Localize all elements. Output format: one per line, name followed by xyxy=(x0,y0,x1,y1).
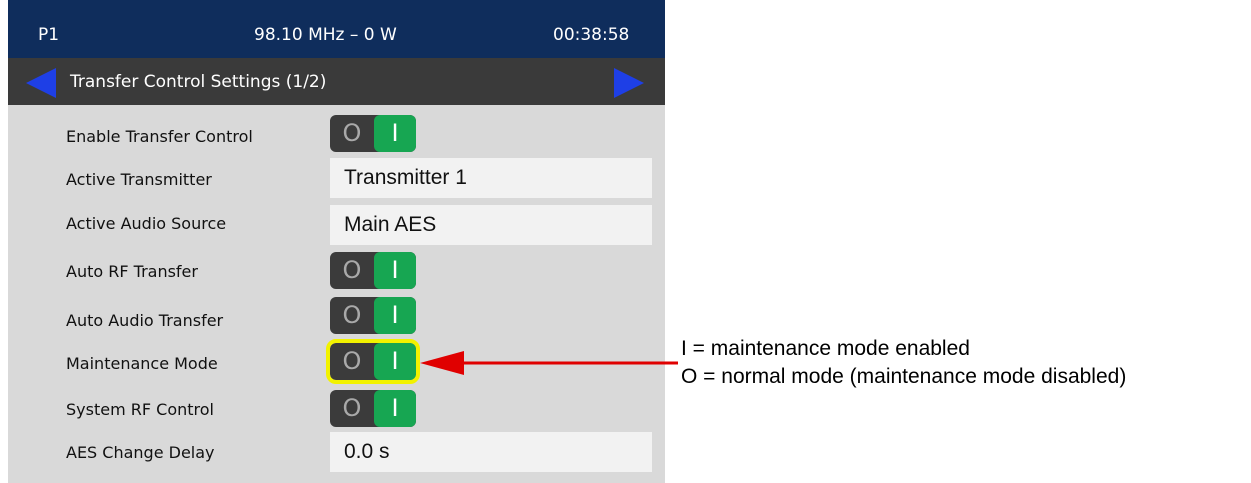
arrow-left-icon[interactable] xyxy=(26,68,56,98)
callout-text: I = maintenance mode enabled O = normal … xyxy=(681,335,1126,391)
toggle-on-glyph: I xyxy=(374,297,416,334)
callout-line-enabled: I = maintenance mode enabled xyxy=(681,337,970,360)
frequency-power-readout: 98.10 MHz – 0 W xyxy=(254,25,397,45)
active-audio-source-label: Active Audio Source xyxy=(66,214,227,233)
toggle-on-glyph: I xyxy=(374,115,416,152)
active-audio-source-field[interactable]: Main AES xyxy=(330,205,652,245)
active-transmitter-label: Active Transmitter xyxy=(66,170,212,189)
toggle-off-glyph: O xyxy=(342,119,362,147)
toggle-off-glyph: O xyxy=(342,301,362,329)
callout-line-disabled: O = normal mode (maintenance mode disabl… xyxy=(681,365,1127,388)
arrow-right-icon[interactable] xyxy=(614,68,644,98)
page-title-bar: Transfer Control Settings (1/2) xyxy=(8,58,665,105)
device-screen: P1 98.10 MHz – 0 W 00:38:58 Transfer Con… xyxy=(8,0,665,483)
aes-change-delay-field[interactable]: 0.0 s xyxy=(330,432,652,472)
system-rf-control-label: System RF Control xyxy=(66,400,214,419)
toggle-off-glyph: O xyxy=(342,394,362,422)
toggle-off-glyph: O xyxy=(342,256,362,284)
callout-arrow-icon xyxy=(420,351,678,375)
auto-rf-transfer-toggle[interactable]: O I xyxy=(330,252,416,289)
auto-rf-transfer-label: Auto RF Transfer xyxy=(66,262,198,281)
system-rf-control-toggle[interactable]: O I xyxy=(330,390,416,427)
aes-change-delay-label: AES Change Delay xyxy=(66,443,215,462)
toggle-on-glyph: I xyxy=(374,252,416,289)
status-bar: P1 98.10 MHz – 0 W 00:38:58 xyxy=(8,0,665,58)
clock: 00:38:58 xyxy=(553,25,630,45)
preset-indicator: P1 xyxy=(38,25,60,45)
enable-transfer-control-label: Enable Transfer Control xyxy=(66,127,253,146)
toggle-on-glyph: I xyxy=(374,390,416,427)
page-title: Transfer Control Settings (1/2) xyxy=(70,72,327,92)
active-transmitter-field[interactable]: Transmitter 1 xyxy=(330,158,652,198)
toggle-on-glyph: I xyxy=(374,343,416,380)
auto-audio-transfer-label: Auto Audio Transfer xyxy=(66,311,224,330)
maintenance-mode-toggle[interactable]: O I xyxy=(326,339,420,384)
auto-audio-transfer-toggle[interactable]: O I xyxy=(330,297,416,334)
enable-transfer-control-toggle[interactable]: O I xyxy=(330,115,416,152)
maintenance-mode-label: Maintenance Mode xyxy=(66,354,218,373)
toggle-off-glyph: O xyxy=(342,347,362,375)
